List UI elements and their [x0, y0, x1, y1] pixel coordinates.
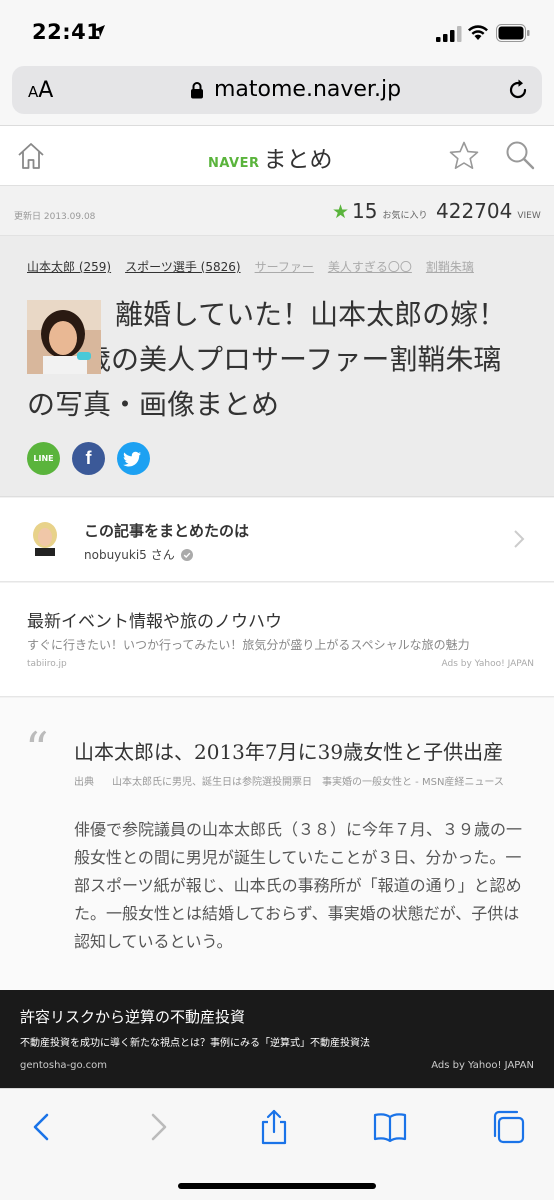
- verified-check-icon: [180, 548, 193, 561]
- ad-banner-domain: gentosha-go.com: [20, 1060, 107, 1071]
- source-link[interactable]: 山本太郎氏に男児、誕生日は参院選投開票日 事実婚の一般女性と - MSN産経ニュ…: [112, 776, 504, 790]
- forward-icon[interactable]: [138, 1107, 178, 1147]
- ad-banner-title[interactable]: 許容リスクから逆算の不動産投資: [20, 1006, 245, 1027]
- tag-beauty[interactable]: 美人すぎる〇〇: [328, 258, 412, 275]
- ad-domain: tabiiro.jp: [27, 659, 67, 669]
- back-icon[interactable]: [22, 1107, 62, 1147]
- browser-toolbar: [0, 1088, 554, 1200]
- location-arrow-icon: [93, 25, 105, 37]
- ad-provider[interactable]: Ads by Yahoo! JAPAN: [441, 659, 534, 669]
- curator-avatar: [27, 520, 63, 556]
- reload-icon[interactable]: [506, 78, 530, 102]
- line-share-button[interactable]: LINE: [27, 442, 60, 475]
- lock-icon: [191, 82, 203, 99]
- curator-heading: この記事をまとめたのは: [84, 522, 250, 540]
- favorite-count[interactable]: ★ 15 お気に入り: [332, 199, 428, 223]
- article-thumbnail: [27, 300, 101, 374]
- share-icon[interactable]: [254, 1107, 294, 1147]
- quote-body: 俳優で参院議員の山本太郎氏（３８）に今年７月、３９歳の一般女性との間に男児が誕生…: [74, 820, 523, 951]
- cellular-signal-icon: [436, 26, 462, 42]
- url-text[interactable]: matome.naver.jp: [214, 77, 401, 102]
- ad-banner-description: 不動産投資を成功に導く新たな視点とは？事例にみる「逆算式」不動産投資法: [20, 1038, 370, 1049]
- battery-icon: [496, 24, 530, 42]
- updated-date: 更新日 2013.09.08: [14, 212, 96, 222]
- tag-surfer[interactable]: サーファー: [255, 258, 314, 275]
- tag-sports-player[interactable]: スポーツ選手 (5826): [125, 258, 240, 275]
- twitter-share-button[interactable]: [117, 442, 150, 475]
- line-icon: LINE: [33, 454, 54, 463]
- search-icon[interactable]: [504, 139, 536, 171]
- tag-name[interactable]: 割鞘朱璃: [426, 258, 474, 275]
- clock: 22:41: [32, 20, 102, 44]
- home-indicator[interactable]: [178, 1183, 376, 1189]
- tag-list: 山本太郎 (259) スポーツ選手 (5826) サーファー 美人すぎる〇〇 割…: [27, 258, 474, 275]
- site-logo[interactable]: NAVER まとめ: [208, 140, 333, 174]
- article-quote-block: “ 山本太郎は、2013年7月に39歳女性と子供出産 出典 山本太郎氏に男児、誕…: [0, 698, 554, 990]
- wifi-icon: [468, 25, 488, 40]
- curator-suffix: さん: [150, 548, 175, 562]
- favorite-star-icon[interactable]: [448, 140, 480, 172]
- chevron-right-icon: [514, 530, 525, 548]
- source-label: 出典: [74, 777, 94, 788]
- curator-row[interactable]: この記事をまとめたのは nobuyuki5 さん: [0, 498, 554, 582]
- quote-mark-icon: “: [25, 722, 49, 776]
- tag-yamamoto[interactable]: 山本太郎 (259): [27, 258, 111, 275]
- browser-address-area: AA matome.naver.jp: [0, 62, 554, 126]
- article-header: 山本太郎 (259) スポーツ選手 (5826) サーファー 美人すぎる〇〇 割…: [0, 235, 554, 497]
- matome-logo-text: まとめ: [263, 147, 333, 173]
- ad-banner-provider[interactable]: Ads by Yahoo! JAPAN: [431, 1060, 534, 1071]
- ad-title[interactable]: 最新イベント情報や旅のノウハウ: [27, 607, 282, 632]
- tabs-icon[interactable]: [488, 1107, 528, 1147]
- quote-heading: 山本太郎は、2013年7月に39歳女性と子供出産: [74, 740, 504, 764]
- article-title: 離婚していた！山本太郎の嫁！１９歳の美人プロサーファー割鞘朱璃の写真・画像まとめ: [27, 298, 507, 421]
- home-icon[interactable]: [16, 141, 46, 171]
- twitter-icon: [123, 451, 141, 467]
- facebook-icon: f: [85, 448, 92, 468]
- curator-username: nobuyuki5: [84, 547, 147, 562]
- site-header: NAVER まとめ: [0, 126, 554, 186]
- address-bar[interactable]: AA matome.naver.jp: [12, 66, 542, 114]
- view-count: 422704 VIEW: [436, 199, 541, 223]
- facebook-share-button[interactable]: f: [72, 442, 105, 475]
- ad-banner-bottom[interactable]: 許容リスクから逆算の不動産投資 不動産投資を成功に導く新たな視点とは？事例にみる…: [0, 990, 554, 1088]
- quote-source: 出典 山本太郎氏に男児、誕生日は参院選投開票日 事実婚の一般女性と - MSN産…: [74, 776, 534, 790]
- article-meta: 更新日 2013.09.08 ★ 15 お気に入り 422704 VIEW: [0, 187, 554, 235]
- naver-logo-text: NAVER: [208, 156, 260, 171]
- ad-description: すぐに行きたい！いつか行ってみたい！旅気分が盛り上がるスペシャルな旅の魅力: [27, 638, 470, 652]
- curator-name: nobuyuki5 さん: [84, 546, 193, 563]
- ad-block-top[interactable]: 最新イベント情報や旅のノウハウ すぐに行きたい！いつか行ってみたい！旅気分が盛り…: [0, 583, 554, 697]
- reader-settings-button[interactable]: AA: [28, 78, 53, 103]
- status-bar: 22:41: [0, 0, 554, 62]
- green-star-icon: ★: [332, 201, 350, 223]
- bookmarks-icon[interactable]: [370, 1107, 410, 1147]
